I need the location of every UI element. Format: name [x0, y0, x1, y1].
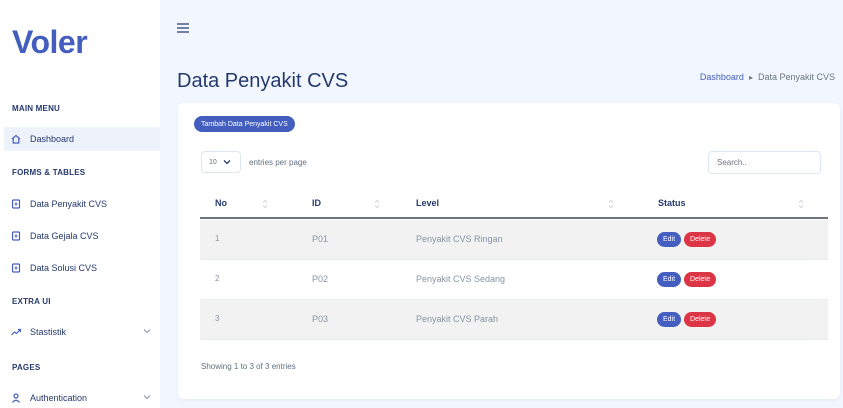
entries-per-page-select[interactable]: 10 [201, 151, 241, 173]
chevron-down-icon [223, 158, 231, 166]
per-page-label: entries per page [249, 158, 307, 167]
menu-toggle-icon[interactable] [177, 20, 189, 33]
cell-id: P02 [312, 274, 329, 284]
file-plus-icon [11, 231, 21, 241]
table-row: 3 P03 Penyakit CVS Parah Edit Delete [200, 300, 828, 340]
sidebar-item-label: Data Gejala CVS [30, 231, 99, 241]
sidebar-item-authentication[interactable]: Authentication [4, 386, 160, 408]
sidebar: Voler MAIN MENU Dashboard FORMS & TABLES… [0, 0, 160, 408]
table-info: Showing 1 to 3 of 3 entries [201, 362, 296, 371]
edit-button[interactable]: Edit [657, 272, 682, 287]
column-header-status[interactable]: Status [658, 198, 686, 208]
trending-up-icon [11, 327, 21, 337]
sidebar-item-label: Stastistik [30, 327, 67, 337]
delete-button[interactable]: Delete [684, 232, 717, 247]
edit-button[interactable]: Edit [657, 312, 682, 327]
table-header: No ID Level Status [200, 189, 828, 219]
menu-section-extra: EXTRA UI [12, 297, 51, 306]
cell-level: Penyakit CVS Ringan [416, 234, 503, 244]
user-icon [11, 393, 21, 403]
column-header-level[interactable]: Level [416, 198, 439, 208]
sort-icon[interactable] [374, 197, 380, 209]
breadcrumb-link-dashboard[interactable]: Dashboard [700, 72, 744, 82]
sidebar-item-stastistik[interactable]: Stastistik [4, 320, 160, 344]
home-icon [11, 134, 21, 144]
sidebar-item-label: Authentication [30, 393, 88, 403]
sidebar-item-dashboard[interactable]: Dashboard [4, 127, 160, 151]
table-row: 1 P01 Penyakit CVS Ringan Edit Delete [200, 220, 828, 260]
cell-id: P03 [312, 314, 329, 324]
chevron-right-icon: ▸ [748, 72, 753, 82]
cell-id: P01 [312, 234, 329, 244]
menu-section-pages: PAGES [12, 363, 41, 372]
sort-icon[interactable] [262, 197, 268, 209]
cell-level: Penyakit CVS Sedang [416, 274, 506, 284]
column-header-no[interactable]: No [215, 198, 227, 208]
sidebar-item-data-penyakit[interactable]: Data Penyakit CVS [4, 192, 160, 216]
logo[interactable]: Voler [12, 24, 88, 61]
table-row: 2 P02 Penyakit CVS Sedang Edit Delete [200, 260, 828, 300]
sidebar-item-label: Dashboard [30, 134, 75, 144]
sidebar-item-label: Data Solusi CVS [30, 263, 98, 273]
cell-level: Penyakit CVS Parah [416, 314, 499, 324]
chevron-down-icon [142, 326, 152, 336]
cell-no: 3 [215, 314, 220, 323]
menu-section-main: MAIN MENU [12, 104, 61, 113]
file-plus-icon [11, 263, 21, 273]
chevron-down-icon [142, 392, 152, 402]
sidebar-item-data-gejala[interactable]: Data Gejala CVS [4, 224, 160, 248]
file-plus-icon [11, 199, 21, 209]
per-page-value: 10 [209, 158, 217, 166]
edit-button[interactable]: Edit [657, 232, 682, 247]
menu-section-forms: FORMS & TABLES [12, 168, 86, 177]
column-header-id[interactable]: ID [312, 198, 321, 208]
search-input[interactable] [708, 151, 821, 174]
sidebar-item-label: Data Penyakit CVS [30, 199, 108, 209]
delete-button[interactable]: Delete [684, 272, 717, 287]
cell-no: 1 [215, 234, 220, 243]
sort-icon[interactable] [798, 197, 804, 209]
delete-button[interactable]: Delete [684, 312, 717, 327]
cell-no: 2 [215, 274, 220, 283]
data-table-card: Tambah Data Penyakit CVS 10 entries per … [178, 103, 840, 399]
sort-icon[interactable] [608, 197, 614, 209]
breadcrumb-current: Data Penyakit CVS [757, 72, 835, 82]
sidebar-item-data-solusi[interactable]: Data Solusi CVS [4, 256, 160, 280]
breadcrumb: Dashboard ▸ Data Penyakit CVS [700, 72, 835, 82]
page-title: Data Penyakit CVS [177, 70, 349, 92]
add-data-button[interactable]: Tambah Data Penyakit CVS [194, 116, 295, 132]
